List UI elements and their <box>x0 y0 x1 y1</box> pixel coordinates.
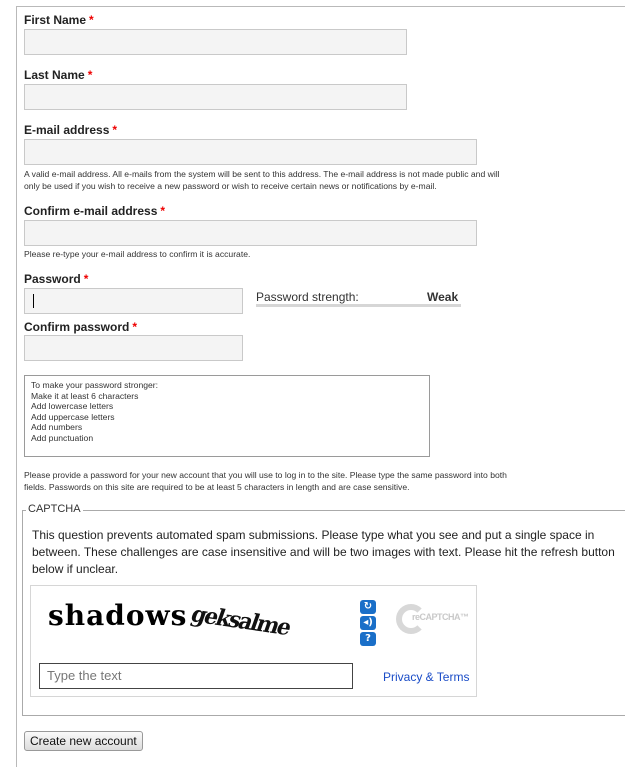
required-marker: * <box>132 320 138 334</box>
password-suggestions-title: To make your password stronger: <box>31 380 159 390</box>
password-label: Password * <box>24 272 89 286</box>
required-marker: * <box>112 123 118 137</box>
help-icon[interactable]: ? <box>360 632 376 646</box>
list-item: Add numbers <box>31 422 83 432</box>
password-strength-value: Weak <box>427 290 459 304</box>
privacy-terms-link[interactable]: Privacy & Terms <box>383 670 469 684</box>
list-item: Add lowercase letters <box>31 401 114 411</box>
password-strength-label: Password strength: <box>256 290 359 304</box>
confirm-email-field[interactable] <box>24 220 477 246</box>
recaptcha-logo-icon: reCAPTCHA™ <box>396 604 469 640</box>
required-marker: * <box>83 272 89 286</box>
required-marker: * <box>87 68 93 82</box>
last-name-field[interactable] <box>24 84 407 110</box>
recaptcha-controls: ↻ ◂) ? <box>360 600 376 648</box>
captcha-input[interactable]: Type the text <box>39 663 353 689</box>
captcha-description: This question prevents automated spam su… <box>32 528 615 576</box>
captcha-image: shadows geksalme <box>44 596 356 646</box>
first-name-label: First Name * <box>24 13 94 27</box>
email-label: E-mail address * <box>24 123 118 137</box>
list-item: Add uppercase letters <box>31 411 115 422</box>
confirm-password-field[interactable] <box>24 335 243 361</box>
refresh-icon[interactable]: ↻ <box>360 600 376 614</box>
captcha-word-2: geksalme <box>187 601 294 641</box>
password-help: Please provide a password for your new a… <box>24 470 507 492</box>
list-item: Add punctuation <box>31 432 94 443</box>
email-description: A valid e-mail address. All e-mails from… <box>24 169 500 191</box>
captcha-legend: CAPTCHA <box>26 503 83 515</box>
confirm-password-label: Confirm password * <box>24 320 138 334</box>
required-marker: * <box>89 13 94 27</box>
password-suggestions: To make your password stronger: Make it … <box>24 375 430 457</box>
email-field[interactable] <box>24 139 477 165</box>
confirm-email-label: Confirm e-mail address * <box>24 204 166 218</box>
required-marker: * <box>160 204 166 218</box>
captcha-word-1: shadows <box>48 599 188 632</box>
text-caret <box>33 294 34 308</box>
create-account-button[interactable]: Create new account <box>24 731 143 751</box>
audio-icon[interactable]: ◂) <box>360 616 376 630</box>
last-name-label: Last Name * <box>24 68 93 82</box>
password-strength-bar <box>256 304 461 307</box>
first-name-field[interactable] <box>24 29 407 55</box>
password-field[interactable] <box>24 288 243 314</box>
confirm-email-description: Please re-type your e-mail address to co… <box>24 249 251 259</box>
list-item: Make it at least 6 characters <box>31 390 139 401</box>
